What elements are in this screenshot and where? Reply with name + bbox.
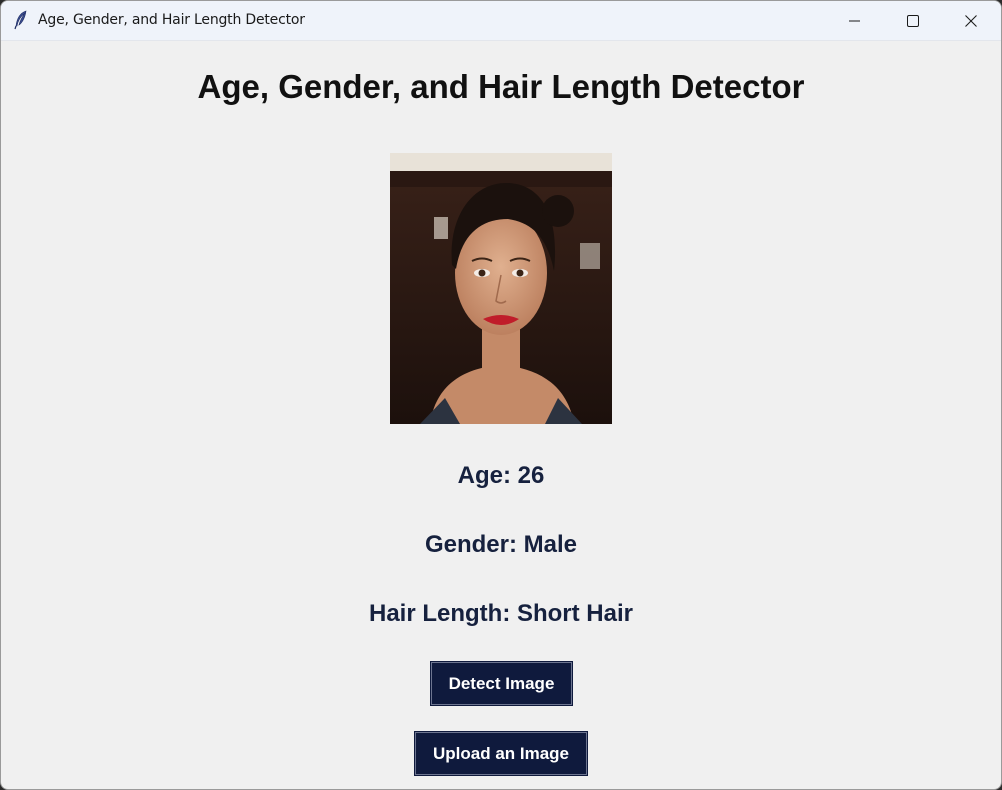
close-button[interactable] (942, 1, 1000, 40)
uploaded-photo (390, 153, 612, 424)
maximize-button[interactable] (884, 1, 942, 40)
main-content: Age, Gender, and Hair Length Detector Ag… (1, 41, 1001, 789)
gender-result: Gender: Male (424, 531, 578, 558)
detect-image-button[interactable]: Detect Image (430, 661, 573, 706)
maximize-icon (907, 14, 919, 27)
window-title: Age, Gender, and Hair Length Detector (38, 12, 305, 28)
minimize-button[interactable] (826, 1, 884, 40)
upload-image-button[interactable]: Upload an Image (414, 731, 588, 776)
feather-icon (13, 10, 29, 30)
title-bar[interactable]: Age, Gender, and Hair Length Detector (1, 1, 1001, 41)
age-result: Age: 26 (457, 462, 545, 489)
app-window: Age, Gender, and Hair Length Detector Ag… (0, 0, 1002, 790)
page-title: Age, Gender, and Hair Length Detector (197, 68, 805, 105)
hair-length-result: Hair Length: Short Hair (368, 600, 633, 627)
minimize-icon (849, 15, 861, 27)
close-icon (965, 14, 977, 27)
